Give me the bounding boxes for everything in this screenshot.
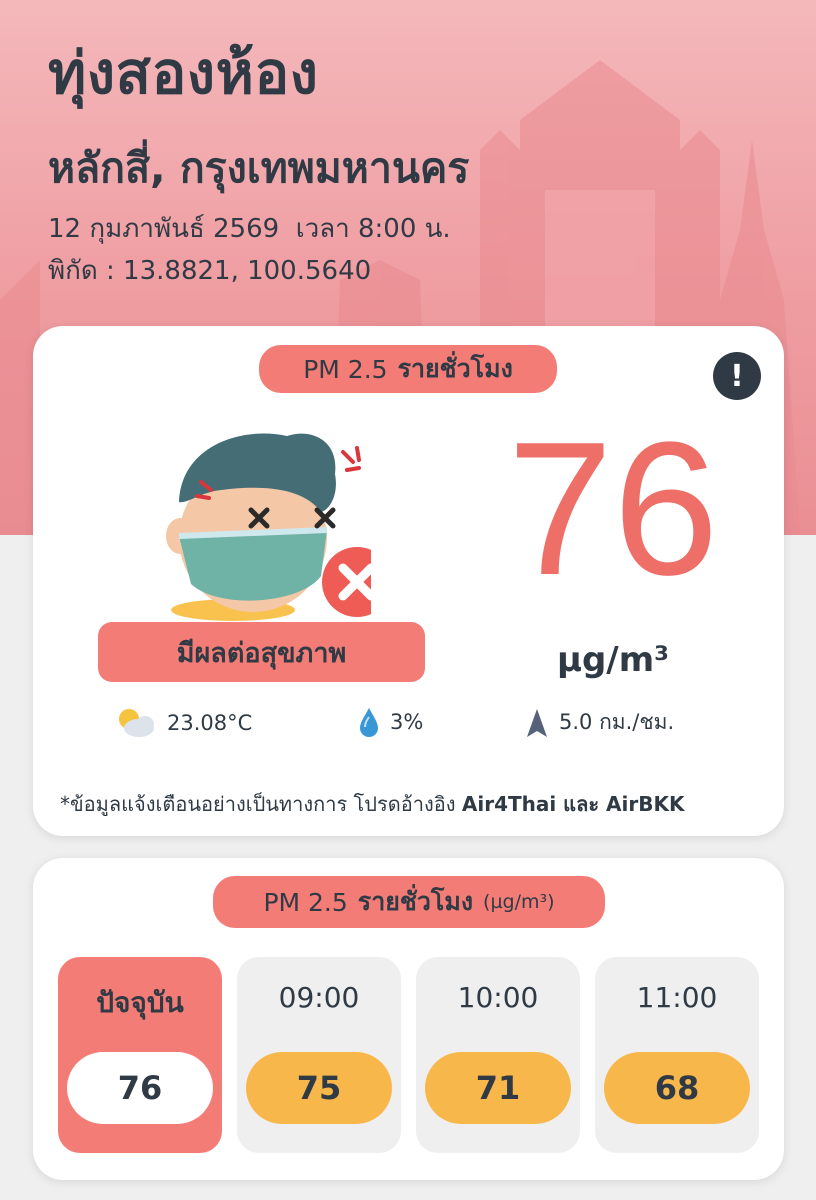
hourly-slot-1100[interactable]: 11:00 68 [595,957,759,1153]
location-name: ทุ่งสองห้อง [48,39,319,107]
slot-value: 76 [67,1052,213,1124]
header-bold: รายชั่วโมง [397,354,513,383]
header-prefix: PM 2.5 [303,354,388,384]
temperature-item: 23.08°C [115,706,252,740]
temperature-value: 23.08°C [167,711,253,735]
hourly-pm25-card: PM 2.5 รายชั่วโมง (µg/m³) ปัจจุบัน 76 09… [33,858,784,1180]
note-sources: Air4Thai และ AirBKK [461,792,685,816]
info-button[interactable]: ! [713,352,761,400]
hourly-slot-current[interactable]: ปัจจุบัน 76 [58,957,222,1153]
wind-value: 5.0 กม./ชม. [559,710,675,734]
partly-cloudy-icon [119,709,154,737]
hourly-slot-1000[interactable]: 10:00 71 [416,957,580,1153]
hourly-header-bold: รายชั่วโมง [357,887,474,916]
hourly-pm25-header: PM 2.5 รายชั่วโมง (µg/m³) [213,876,605,928]
health-status-button[interactable]: มีผลต่อสุขภาพ [98,622,425,682]
slot-value: 68 [604,1052,750,1124]
slot-time: 09:00 [278,981,360,1014]
current-pm25-card: PM 2.5 รายชั่วโมง ! มีผลต่อสุขภาพ 76 µg/… [33,326,784,836]
hourly-header-unit: (µg/m³) [483,891,555,913]
coordinates-text: พิกัด : 13.8821, 100.5640 [48,256,372,286]
disclaimer-note: *ข้อมูลแจ้งเตือนอย่างเป็นทางการ โปรดอ้าง… [60,788,760,820]
current-pm25-header: PM 2.5 รายชั่วโมง [259,345,557,393]
location-district: หลักสี่, กรุงเทพมหานคร [48,144,470,192]
slot-time: ปัจจุบัน [96,986,184,1019]
slot-time: 11:00 [636,981,718,1014]
humidity-value: 3% [390,710,424,734]
datetime-text: 12 กุมภาพันธ์ 2569 เวลา 8:00 น. [48,214,451,244]
note-text: *ข้อมูลแจ้งเตือนอย่างเป็นทางการ โปรดอ้าง… [60,792,456,816]
hourly-header-prefix: PM 2.5 [263,887,348,917]
slot-time: 10:00 [457,981,539,1014]
exclamation-icon: ! [730,358,744,394]
wind-direction-icon [527,708,547,737]
water-drop-icon [360,708,378,737]
wind-item: 5.0 กม./ชม. [525,706,674,739]
humidity-item: 3% [358,706,423,738]
hourly-slot-0900[interactable]: 09:00 75 [237,957,401,1153]
pm25-unit: µg/m³ [556,640,670,680]
sick-face-mask-icon [166,433,371,621]
slot-value: 71 [425,1052,571,1124]
pm25-value: 76 [507,403,719,615]
slot-value: 75 [246,1052,392,1124]
